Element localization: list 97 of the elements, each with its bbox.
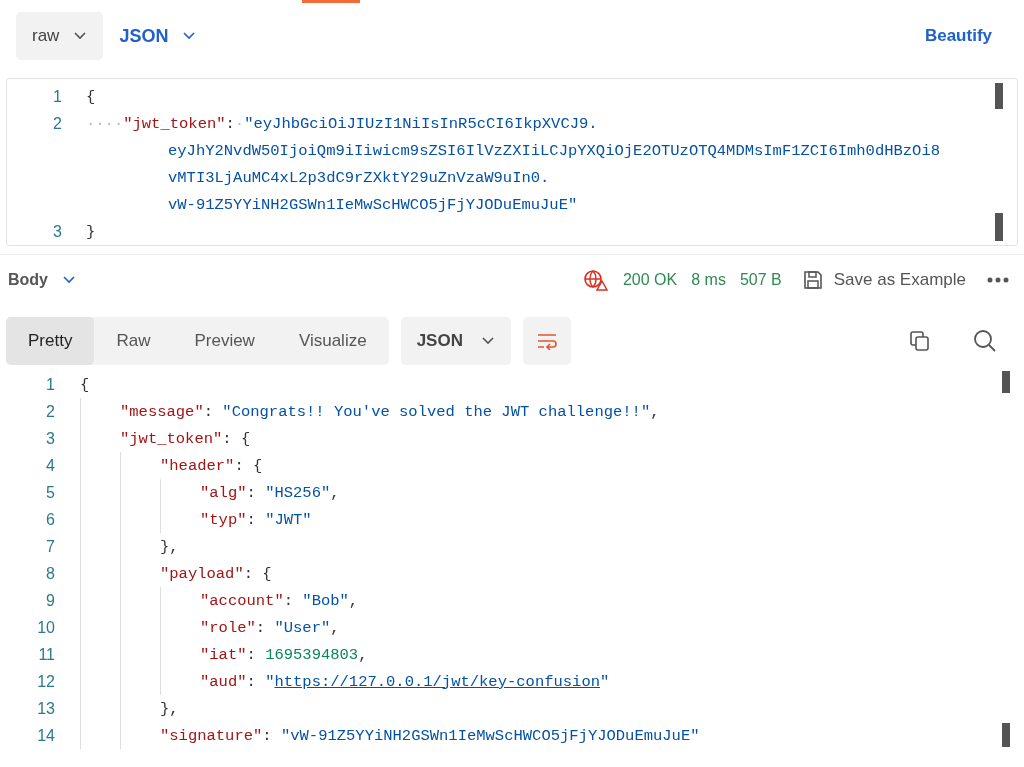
view-tab[interactable]: Raw [94,317,173,365]
code-punctuation: : [246,672,257,691]
response-size[interactable]: 507 B [739,271,782,289]
line-number: 14 [36,726,55,745]
code-punctuation: , [650,402,660,421]
line-number: 3 [52,222,62,241]
whitespace-marker: ···· [86,114,124,133]
scrollbar-thumb[interactable] [1002,723,1010,747]
line-number: 12 [36,672,55,691]
line-number: 7 [45,537,55,556]
line-number: 8 [45,564,55,583]
json-string: vW-91Z5YYiNH2GSWn1IeMwScHWCO5jFjYJODuEmuJuE" [168,195,578,214]
request-body-editor[interactable] [6,78,1018,246]
line-number: 4 [45,456,55,475]
chevron-down-icon [480,336,495,346]
code-punctuation: , [358,645,368,664]
json-key: "jwt_token" [123,114,226,133]
view-tab[interactable]: Preview [172,317,277,365]
wrap-lines-button[interactable] [522,317,571,365]
code-punctuation: : [246,510,257,529]
json-string: " [265,672,275,691]
code-punctuation: }, [160,699,179,718]
format-dropdown[interactable]: JSON [400,317,511,365]
json-string: "Bob" [302,591,349,610]
line-number: 9 [45,591,55,610]
json-key: "jwt_token" [120,429,223,448]
code-punctuation: : [255,618,267,637]
view-tab[interactable]: Pretty [6,317,95,365]
json-string: eyJhY2NvdW50IjoiQm9iIiwicm9sZSI6IlVzZXIiLCJpYXQiOjE2OTUzOTQ4MDMsImF1ZCI6Imh0dHBzOi8 [168,141,941,160]
status-code[interactable]: 200 OK [622,271,678,289]
active-tab-indicator [302,0,360,3]
code-punctuation: , [348,591,359,610]
scrollbar-thumb[interactable] [1002,371,1010,393]
line-number: 1 [52,87,62,106]
code-punctuation: : [246,483,257,502]
json-string: "eyJhbGciOiJIUzI1NiIsInR5cCI6IkpXVCJ9. [244,114,598,133]
json-string: vMTI3LjAuMC4xL2p3dC9rZXktY29uZnVzaW9uIn0. [168,168,550,187]
json-key: "typ" [200,510,247,529]
search-icon[interactable] [972,328,998,354]
line-number: 5 [45,483,55,502]
code-punctuation: : { [234,456,263,475]
line-number: 10 [36,618,55,637]
whitespace-marker: · [234,114,245,133]
code-punctuation: : [262,726,273,745]
code-punctuation: , [330,618,340,637]
line-number: 2 [45,402,55,421]
response-time[interactable]: 8 ms [691,271,726,289]
code-punctuation: } [86,222,96,241]
wrap-icon [535,332,558,350]
body-type-dropdown[interactable]: raw [16,12,104,60]
line-number: 11 [37,645,55,664]
json-number: 1695394803 [265,645,359,664]
chevron-down-icon [73,31,88,41]
json-string: " [600,672,610,691]
json-key: "alg" [200,483,247,502]
line-number: 3 [45,429,55,448]
code-punctuation: }, [160,537,179,556]
code-punctuation: : [225,114,235,133]
code-punctuation: { [80,375,90,394]
code-punctuation: { [86,87,96,106]
body-dropdown[interactable]: Body [8,271,76,289]
globe-warning-icon[interactable] [582,268,609,292]
beautify-button[interactable]: Beautify [924,22,992,50]
code-punctuation: , [330,483,340,502]
more-options-icon[interactable] [986,276,1010,284]
scrollbar-thumb[interactable] [995,213,1003,241]
json-key: "payload" [160,564,244,583]
chevron-down-icon [62,275,76,285]
json-key: "aud" [200,672,247,691]
view-tab[interactable]: Visualize [276,317,389,365]
json-key: "header" [160,456,235,475]
scrollbar-thumb[interactable] [995,83,1003,109]
chevron-down-icon [182,31,197,41]
json-string: "User" [274,618,331,637]
copy-icon[interactable] [908,329,932,353]
json-string: "Congrats!! You've solved the JWT challenge!!" [222,402,651,421]
code-punctuation: : [246,645,257,664]
code-punctuation: : { [222,429,251,448]
code-punctuation: : [203,402,215,421]
line-number: 1 [45,375,55,394]
line-number: 6 [45,510,55,529]
save-as-example-button[interactable]: Save as Example [795,269,972,291]
json-key: "iat" [200,645,247,664]
json-string: "vW-91Z5YYiNH2GSWn1IeMwScHWCO5jFjYJODuEmuJuE" [280,726,700,745]
line-number: 2 [52,114,62,133]
url-link[interactable]: https://127.0.0.1/jwt/key-confusion [274,672,600,691]
code-punctuation: : { [243,564,272,583]
json-string: "HS256" [265,483,331,502]
json-key: "message" [120,402,204,421]
code-punctuation: : [283,591,295,610]
json-key: "role" [200,618,256,637]
json-key: "account" [200,591,284,610]
save-icon [801,269,824,291]
json-string: "JWT" [265,510,312,529]
language-dropdown[interactable]: JSON [117,12,213,60]
json-key: "signature" [160,726,263,745]
line-number: 13 [36,699,55,718]
